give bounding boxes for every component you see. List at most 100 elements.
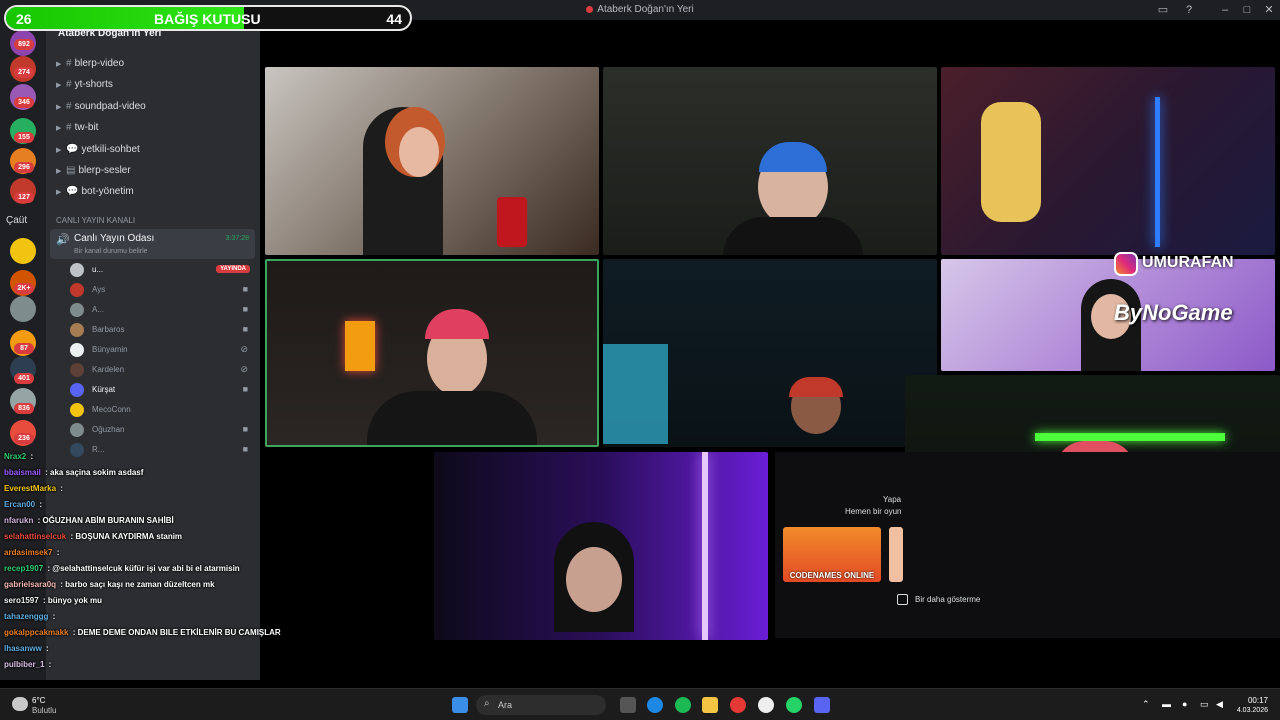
speaker-icon: 🔊: [56, 234, 70, 246]
voice-user[interactable]: Barbaros ■: [70, 321, 254, 339]
chat-username[interactable]: nfarukn: [4, 516, 33, 525]
game-card[interactable]: CODENAMES ONLINE: [783, 527, 881, 582]
hash-icon: #: [66, 122, 72, 133]
channel-item[interactable]: ▶ # blerp-video: [56, 58, 256, 76]
live-badge: YAYINDA: [216, 265, 250, 273]
avatar: [70, 303, 84, 317]
channel-item[interactable]: ▶ ▤ blerp-sesler: [56, 165, 256, 183]
weather-condition[interactable]: Bulutlu: [32, 706, 56, 715]
voice-user[interactable]: Bünyamin ⊘: [70, 341, 254, 359]
voice-user[interactable]: u... YAYINDA: [70, 261, 254, 279]
dont-show-checkbox[interactable]: [897, 594, 908, 605]
chevron-up-icon[interactable]: ⌃: [1142, 699, 1150, 710]
file-explorer-icon[interactable]: [702, 697, 718, 713]
voice-user[interactable]: Kardelen ⊘: [70, 361, 254, 379]
chat-username[interactable]: tahazenggg: [4, 612, 48, 621]
chat-username[interactable]: EverestMarka: [4, 484, 56, 493]
chat-username[interactable]: sero1597: [4, 596, 39, 605]
video-tile[interactable]: [434, 452, 768, 640]
chat-separator: :: [46, 660, 52, 669]
usb-icon[interactable]: ▬: [1162, 699, 1171, 709]
chat-username[interactable]: Ercan00: [4, 500, 35, 509]
chat-separator: :: [40, 596, 48, 605]
voice-channel-status[interactable]: Bir kanal durumu belirle: [74, 248, 148, 255]
chrome-icon[interactable]: [730, 697, 746, 713]
microphone-shape: [497, 197, 527, 247]
chat-bubble-icon: 💬: [66, 186, 79, 197]
chevron-right-icon: ▶: [56, 104, 62, 111]
obs-icon[interactable]: [758, 697, 774, 713]
video-tile[interactable]: [603, 259, 937, 447]
stream-chat-overlay: Nrax2 : bbaismail : aka saçina sokim asd…: [0, 452, 340, 676]
chat-separator: :: [50, 612, 56, 621]
chevron-right-icon: ▶: [56, 125, 62, 132]
channel-item[interactable]: ▶ # yt-shorts: [56, 79, 256, 97]
chat-message: recep1907 : @selahattinselcuk küfür işi …: [0, 564, 340, 580]
task-view-icon[interactable]: [620, 697, 636, 713]
clock-date[interactable]: 4.03.2026: [1237, 707, 1268, 714]
taskbar-search[interactable]: ⌕ Ara: [476, 695, 606, 715]
chat-text: barbo saçı kaşı ne zaman düzeltcen mk: [65, 580, 215, 589]
spotify-icon[interactable]: [675, 697, 691, 713]
chat-message: Nrax2 :: [0, 452, 340, 468]
weather-temperature[interactable]: 6°C: [32, 696, 45, 705]
chat-username[interactable]: ardasimsek7: [4, 548, 52, 557]
chat-message: pulbiber_1 :: [0, 660, 340, 676]
avatar: [70, 323, 84, 337]
channel-item[interactable]: ▶ # tw-bit: [56, 122, 256, 140]
beanie-shape: [789, 377, 843, 397]
voice-user[interactable]: Ays ■: [70, 281, 254, 299]
windows-start-icon[interactable]: [452, 697, 468, 713]
voice-user[interactable]: Kürşat ■: [70, 381, 254, 399]
pc-case-shape: [603, 344, 668, 444]
network-icon[interactable]: ▭: [1200, 699, 1209, 710]
voice-user[interactable]: A... ■: [70, 301, 254, 319]
voice-channel-live[interactable]: 🔊 Canlı Yayın Odası Bir kanal durumu bel…: [50, 229, 255, 259]
chat-username[interactable]: lhasanww: [4, 644, 42, 653]
chat-separator: :: [37, 500, 43, 509]
video-tile[interactable]: [941, 67, 1275, 255]
chat-username[interactable]: bbaismail: [4, 468, 41, 477]
help-icon[interactable]: ?: [1182, 3, 1196, 17]
chat-username[interactable]: gokalppcakmakk: [4, 628, 68, 637]
discord-icon[interactable]: [814, 697, 830, 713]
cloud-icon[interactable]: [12, 697, 28, 711]
inbox-icon[interactable]: ▭: [1156, 3, 1170, 17]
channel-item[interactable]: ▶ 💬 bot-yönetim: [56, 186, 256, 204]
video-tile[interactable]: [603, 67, 937, 255]
face-shape: [566, 547, 622, 612]
chat-username[interactable]: pulbiber_1: [4, 660, 44, 669]
donation-label: BAĞIŞ KUTUSU: [154, 11, 261, 27]
whatsapp-icon[interactable]: [786, 697, 802, 713]
chat-username[interactable]: selahattinselcuk: [4, 532, 66, 541]
clock-time[interactable]: 00:17: [1248, 696, 1268, 705]
game-card-next[interactable]: [889, 527, 903, 582]
sponsor-logo: ByNoGame: [1114, 300, 1233, 325]
server-folder-label[interactable]: Çaüt: [6, 215, 27, 226]
maximize-button[interactable]: □: [1240, 3, 1254, 17]
minimize-button[interactable]: –: [1218, 3, 1232, 17]
donation-bar: 26 BAĞIŞ KUTUSU 44: [4, 5, 412, 31]
voice-user[interactable]: MecoConn: [70, 401, 254, 419]
popup-heading: Yapa: [883, 495, 902, 504]
edge-icon[interactable]: [647, 697, 663, 713]
server-icon[interactable]: [10, 238, 36, 264]
chat-username[interactable]: recep1907: [4, 564, 43, 573]
close-button[interactable]: ✕: [1262, 3, 1276, 17]
channel-item[interactable]: ▶ 💬 yetkili-sohbet: [56, 144, 256, 162]
category-header[interactable]: CANLI YAYIN KANALI: [56, 216, 135, 225]
video-tile[interactable]: [265, 67, 599, 255]
video-tile-active[interactable]: [265, 259, 599, 447]
voice-user[interactable]: Oğuzhan ■: [70, 421, 254, 439]
dont-show-label[interactable]: Bir daha gösterme: [915, 595, 980, 604]
chat-username[interactable]: gabrielsara0q: [4, 580, 56, 589]
chat-username[interactable]: Nrax2: [4, 452, 26, 461]
server-badge: 127: [14, 192, 34, 203]
mic-icon[interactable]: ●: [1182, 699, 1187, 709]
server-icon[interactable]: [10, 296, 36, 322]
camera-icon: ■: [242, 304, 248, 314]
channel-item[interactable]: ▶ # soundpad-video: [56, 101, 256, 119]
volume-icon[interactable]: ◀: [1216, 699, 1223, 710]
avatar: [70, 383, 84, 397]
server-badge: 87: [14, 343, 34, 354]
